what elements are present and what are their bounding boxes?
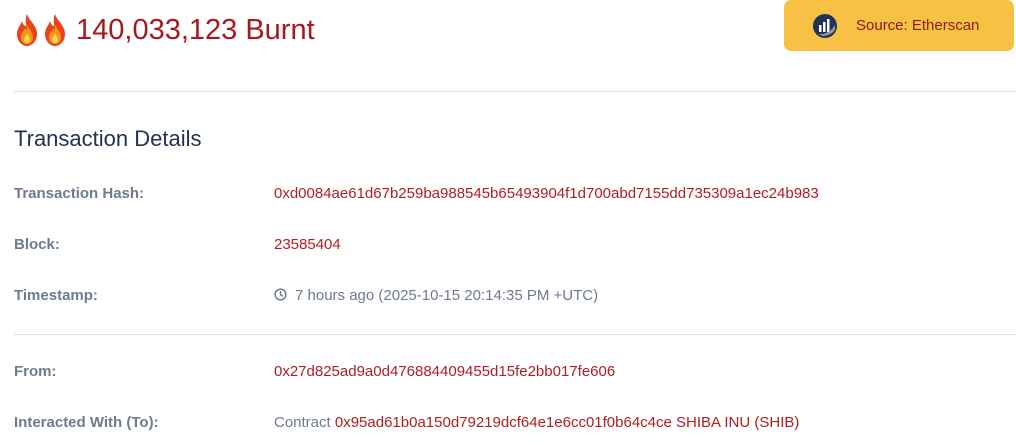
block-number-link[interactable]: 23585404 <box>274 236 341 253</box>
interacted-with-label: Interacted With (To): <box>14 413 159 431</box>
from-label: From: <box>14 362 57 380</box>
transaction-hash-link[interactable]: 0xd0084ae61d67b259ba988545b65493904f1d70… <box>274 185 819 202</box>
interacted-with-row: Interacted With (To): Contract 0x95ad61b… <box>14 411 1014 433</box>
block-label: Block: <box>14 235 60 253</box>
section-title: Transaction Details <box>14 126 202 151</box>
contract-address-link[interactable]: 0x95ad61b0a150d79219dcf64e1e6cc01f0b64c4… <box>335 414 800 431</box>
burn-header: 140,033,123 Burnt <box>14 10 315 50</box>
from-address-link[interactable]: 0x27d825ad9a0d476884409455d15fe2bb017fe6… <box>274 363 615 380</box>
interacted-with-value: Contract 0x95ad61b0a150d79219dcf64e1e6cc… <box>274 414 799 431</box>
block-row: Block: 23585404 <box>14 233 1014 255</box>
timestamp-value-wrap: 7 hours ago (2025-10-15 20:14:35 PM +UTC… <box>274 287 598 304</box>
from-row: From: 0x27d825ad9a0d476884409455d15fe2bb… <box>14 360 1014 382</box>
fire-icon <box>45 14 65 46</box>
contract-prefix: Contract <box>274 413 331 431</box>
fire-icon <box>17 14 37 46</box>
source-button-label: Source: Etherscan <box>856 17 980 34</box>
flame-icons <box>14 13 68 47</box>
header-divider <box>14 91 1016 92</box>
transaction-hash-row: Transaction Hash: 0xd0084ae61d67b259ba98… <box>14 182 1014 204</box>
transaction-hash-label: Transaction Hash: <box>14 184 145 202</box>
etherscan-logo-icon <box>813 13 837 38</box>
timestamp-label: Timestamp: <box>14 286 98 304</box>
clock-icon <box>274 287 287 301</box>
timestamp-value: 7 hours ago (2025-10-15 20:14:35 PM +UTC… <box>295 286 599 304</box>
timestamp-row: Timestamp: 7 hours ago (2025-10-15 20:14… <box>14 284 1014 306</box>
source-etherscan-button[interactable]: Source: Etherscan <box>784 0 1014 51</box>
details-divider <box>14 334 1016 335</box>
burnt-amount: 140,033,123 Burnt <box>76 13 315 46</box>
